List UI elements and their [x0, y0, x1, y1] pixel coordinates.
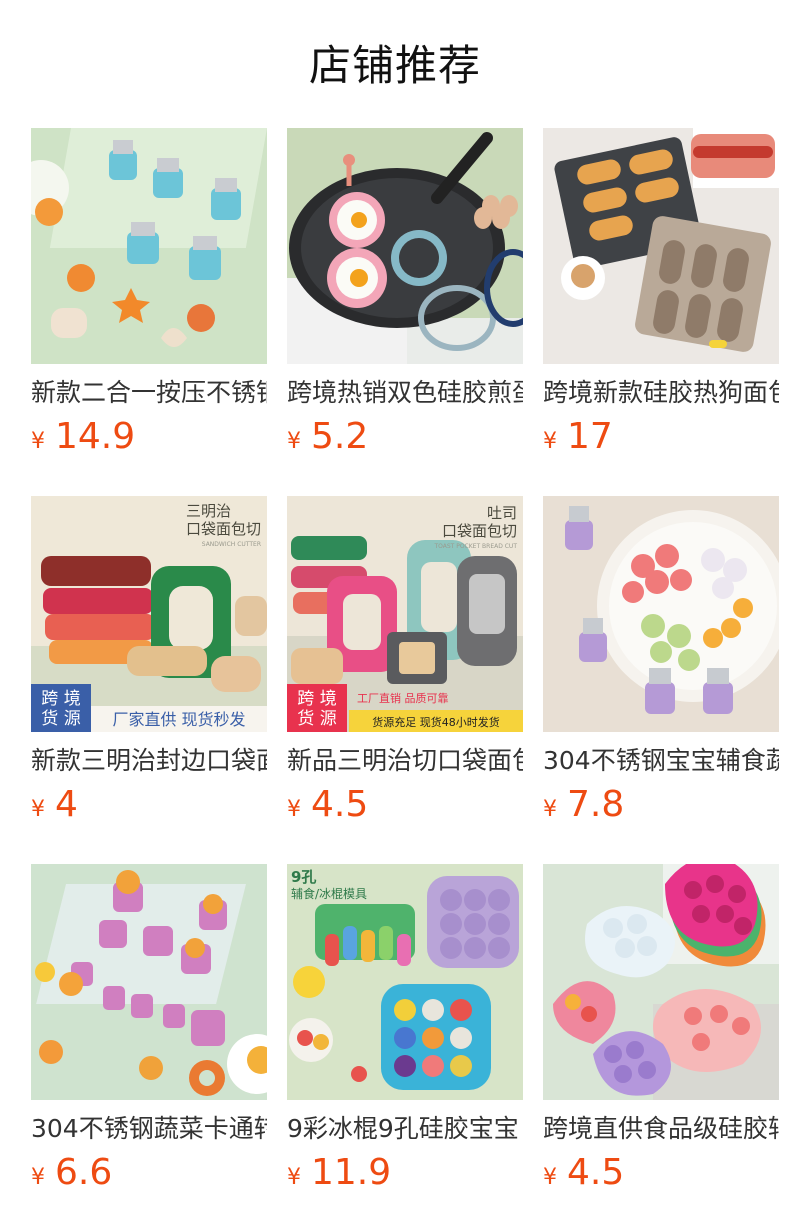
price-amount: 6.6 — [55, 1152, 113, 1193]
svg-text:跨 境: 跨 境 — [41, 689, 80, 709]
currency-symbol: ¥ — [543, 1165, 557, 1190]
product-price: ¥ 14.9 — [31, 416, 267, 457]
vegetable-cutter-image[interactable] — [31, 864, 267, 1100]
svg-text:辅食/冰棍模具: 辅食/冰棍模具 — [291, 886, 367, 901]
product-grid: 新款二合一按压不锈钢 ¥ 14.9 跨境热销双色硅胶煎蛋 ¥ 5.2 跨境新款硅… — [31, 128, 781, 1232]
price-amount: 4 — [55, 784, 78, 825]
product-price: ¥ 4 — [31, 784, 267, 825]
egg-ring-image[interactable] — [287, 128, 523, 364]
product-price: ¥ 4.5 — [287, 784, 523, 825]
product-title[interactable]: 跨境新款硅胶热狗面包 — [543, 376, 779, 410]
currency-symbol: ¥ — [31, 1165, 45, 1190]
svg-text:吐司: 吐司 — [487, 504, 517, 522]
svg-text:口袋面包切: 口袋面包切 — [442, 522, 517, 540]
currency-symbol: ¥ — [287, 1165, 301, 1190]
product-title[interactable]: 304不锈钢宝宝辅食蔬 — [543, 744, 779, 778]
product-title[interactable]: 新款三明治封边口袋面 — [31, 744, 267, 778]
product-price: ¥ 11.9 — [287, 1152, 523, 1193]
overlay-subtitle: SANDWICH CUTTER — [202, 541, 261, 548]
fruit-cutter-image[interactable] — [543, 496, 779, 732]
product-card[interactable]: 新款二合一按压不锈钢 ¥ 14.9 — [31, 128, 267, 496]
product-card[interactable]: 跨境新款硅胶热狗面包 ¥ 17 — [543, 128, 779, 496]
price-amount: 5.2 — [311, 416, 369, 457]
overlay-banner-line1: 工厂直销 品质可靠 — [357, 691, 449, 705]
product-title[interactable]: 新品三明治切口袋面包 — [287, 744, 523, 778]
product-price: ¥ 5.2 — [287, 416, 523, 457]
product-price: ¥ 6.6 — [31, 1152, 267, 1193]
currency-symbol: ¥ — [543, 797, 557, 822]
sandwich-cutter-image[interactable]: 三明治 口袋面包切 SANDWICH CUTTER 跨 境 货 源 厂家直供 现… — [31, 496, 267, 732]
product-card[interactable]: 9孔 辅食/冰棍模具 9彩冰棍9孔硅胶宝宝 ¥ 11.9 — [287, 864, 523, 1232]
sandwich-cutter-image[interactable]: 吐司 口袋面包切 TOAST POCKET BREAD CUT 跨 境 货 源 … — [287, 496, 523, 732]
currency-symbol: ¥ — [287, 797, 301, 822]
price-amount: 17 — [567, 416, 613, 457]
product-card[interactable]: 跨境直供食品级硅胶辅 ¥ 4.5 — [543, 864, 779, 1232]
overlay-subtitle: TOAST POCKET BREAD CUT — [433, 543, 517, 550]
price-amount: 4.5 — [311, 784, 369, 825]
currency-symbol: ¥ — [31, 429, 45, 454]
product-title[interactable]: 跨境直供食品级硅胶辅 — [543, 1112, 779, 1146]
page-title: 店铺推荐 — [308, 41, 481, 90]
product-price: ¥ 7.8 — [543, 784, 779, 825]
silicone-tray-image[interactable] — [543, 864, 779, 1100]
product-card[interactable]: 吐司 口袋面包切 TOAST POCKET BREAD CUT 跨 境 货 源 … — [287, 496, 523, 864]
price-amount: 14.9 — [55, 416, 136, 457]
currency-symbol: ¥ — [31, 797, 45, 822]
product-price: ¥ 4.5 — [543, 1152, 779, 1193]
product-price: ¥ 17 — [543, 416, 779, 457]
product-card[interactable]: 304不锈钢宝宝辅食蔬 ¥ 7.8 — [543, 496, 779, 864]
price-amount: 7.8 — [567, 784, 625, 825]
price-amount: 4.5 — [567, 1152, 625, 1193]
overlay-banner-line2: 货源充足 现货48小时发货 — [372, 715, 500, 729]
svg-text:9孔: 9孔 — [291, 868, 316, 886]
product-title[interactable]: 新款二合一按压不锈钢 — [31, 376, 267, 410]
currency-symbol: ¥ — [543, 429, 557, 454]
svg-text:跨 境: 跨 境 — [297, 689, 336, 709]
product-title[interactable]: 9彩冰棍9孔硅胶宝宝 — [287, 1112, 523, 1146]
price-amount: 11.9 — [311, 1152, 392, 1193]
overlay-title-line1: 三明治 — [186, 502, 231, 520]
product-title[interactable]: 304不锈钢蔬菜卡通转 — [31, 1112, 267, 1146]
svg-text:货 源: 货 源 — [41, 709, 80, 729]
product-card[interactable]: 304不锈钢蔬菜卡通转 ¥ 6.6 — [31, 864, 267, 1232]
product-card[interactable]: 跨境热销双色硅胶煎蛋 ¥ 5.2 — [287, 128, 523, 496]
hotdog-mold-image[interactable] — [543, 128, 779, 364]
overlay-title-line2: 口袋面包切 — [186, 520, 261, 538]
currency-symbol: ¥ — [287, 429, 301, 454]
svg-text:货 源: 货 源 — [297, 709, 336, 729]
product-card[interactable]: 三明治 口袋面包切 SANDWICH CUTTER 跨 境 货 源 厂家直供 现… — [31, 496, 267, 864]
product-title[interactable]: 跨境热销双色硅胶煎蛋 — [287, 376, 523, 410]
popsicle-mold-image[interactable]: 9孔 辅食/冰棍模具 — [287, 864, 523, 1100]
overlay-banner: 厂家直供 现货秒发 — [112, 710, 245, 729]
vegetable-cutter-image[interactable] — [31, 128, 267, 364]
